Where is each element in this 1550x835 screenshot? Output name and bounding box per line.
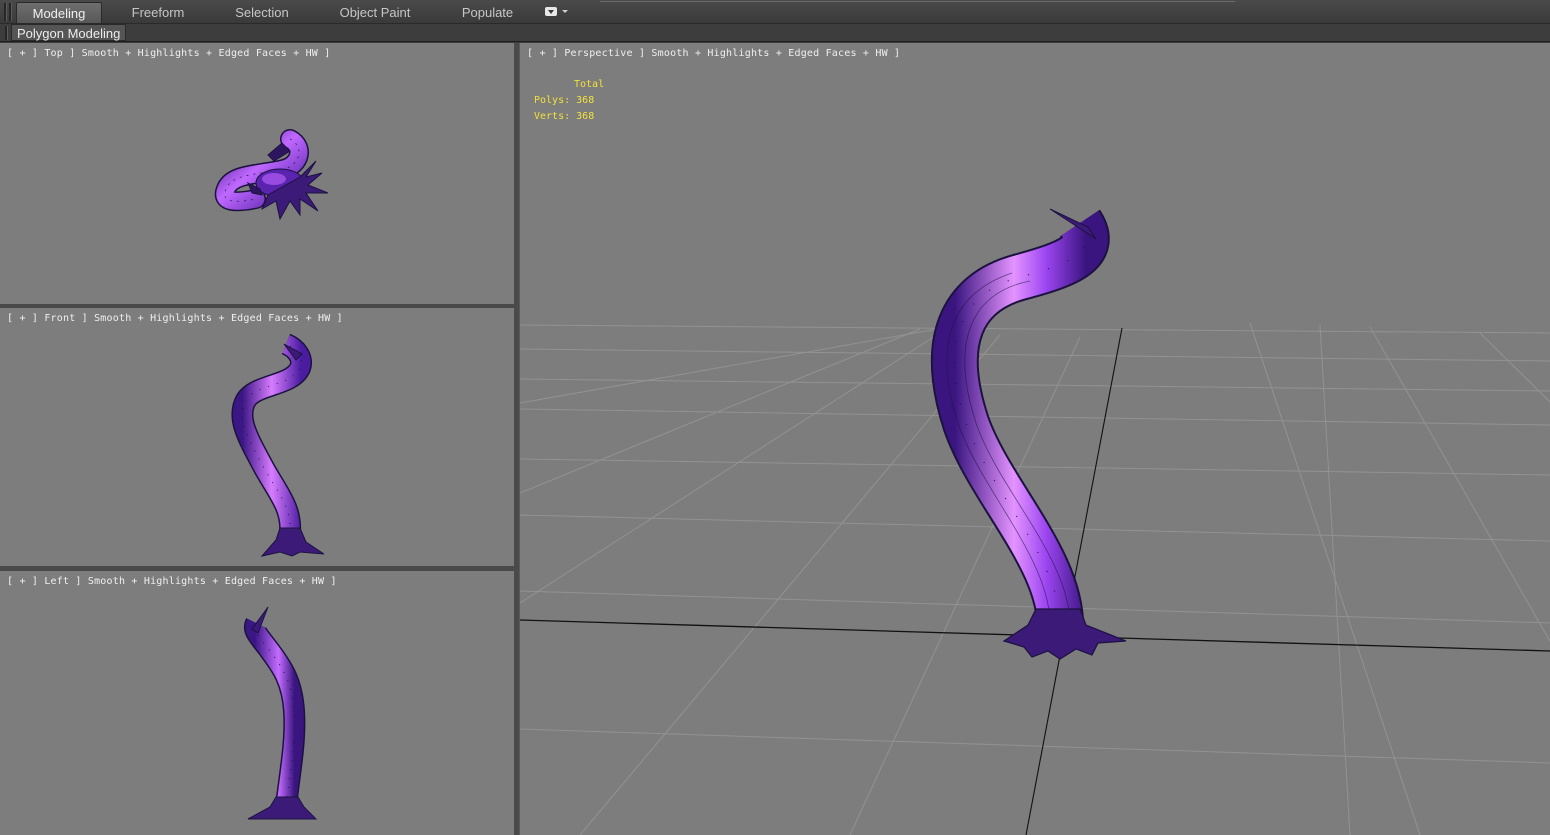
tab-populate[interactable]: Populate: [450, 2, 525, 23]
left-view-model: [244, 606, 318, 820]
viewport-left[interactable]: [ + ] Left ] Smooth + Highlights + Edged…: [0, 571, 514, 835]
tab-modeling[interactable]: Modeling: [16, 2, 102, 23]
ribbon-grip[interactable]: [9, 3, 12, 21]
panel-grip[interactable]: [5, 26, 8, 40]
ribbon-divider: [600, 1, 1235, 2]
dropdown-box-icon: [545, 7, 557, 16]
top-view-model: [214, 129, 329, 221]
front-view-model: [231, 333, 325, 557]
ribbon-tab-bar: Modeling Freeform Selection Object Paint…: [0, 0, 1550, 24]
viewport-perspective[interactable]: [ + ] Perspective ] Smooth + Highlights …: [519, 43, 1550, 835]
tab-object-paint[interactable]: Object Paint: [330, 2, 420, 23]
tab-selection[interactable]: Selection: [222, 2, 302, 23]
viewport-front[interactable]: [ + ] Front ] Smooth + Highlights + Edge…: [0, 308, 514, 566]
viewport-top[interactable]: [ + ] Top ] Smooth + Highlights + Edged …: [0, 43, 514, 304]
ribbon-panel-bar: Polygon Modeling: [0, 24, 1550, 42]
ribbon-options-dropdown[interactable]: [543, 6, 569, 18]
tab-freeform[interactable]: Freeform: [118, 2, 198, 23]
ribbon-grip[interactable]: [4, 3, 7, 21]
polygon-modeling-panel-button[interactable]: Polygon Modeling: [11, 24, 127, 41]
chevron-down-icon: [562, 10, 568, 13]
perspective-scene: [520, 208, 1550, 835]
